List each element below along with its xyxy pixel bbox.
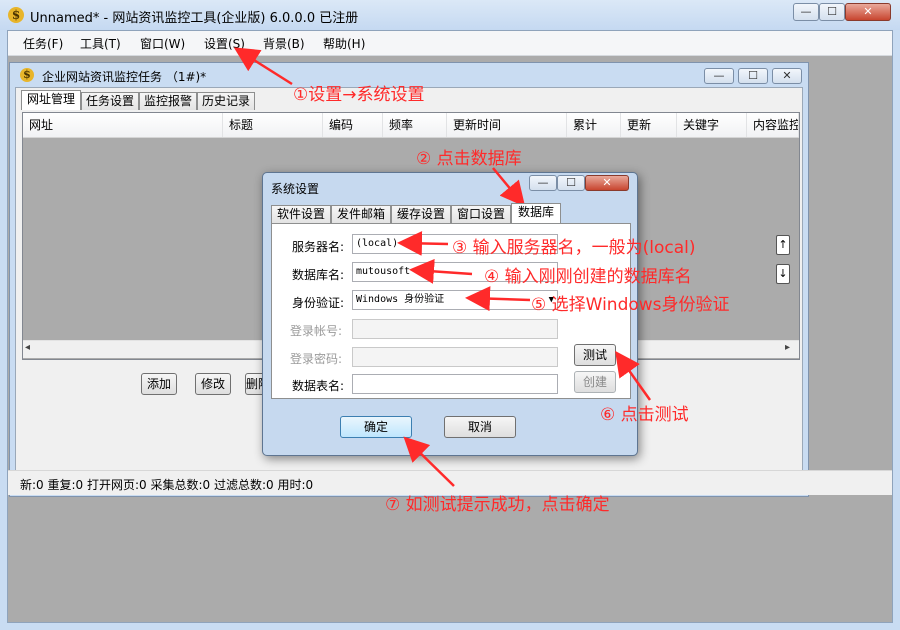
cancel-button[interactable]: 取消 (444, 416, 516, 438)
table-name-input[interactable] (352, 374, 558, 394)
dialog-tab-cache[interactable]: 缓存设置 (391, 205, 451, 223)
column-title[interactable]: 标题 (223, 113, 323, 137)
column-frequency[interactable]: 频率 (383, 113, 447, 137)
menu-settings[interactable]: 设置(S) (204, 35, 245, 52)
task-close-button[interactable]: ✕ (772, 68, 802, 84)
test-button[interactable]: 测试 (574, 344, 616, 366)
column-keyword[interactable]: 关键字 (677, 113, 747, 137)
move-down-icon[interactable]: ↓ (776, 264, 790, 284)
main-title-bar[interactable]: $ Unnamed* - 网站资讯监控工具(企业版) 6.0.0.0 已注册 —… (0, 0, 900, 30)
dialog-tab-software[interactable]: 软件设置 (271, 205, 331, 223)
scroll-right-icon[interactable]: ▸ (785, 342, 790, 353)
dialog-tab-mail[interactable]: 发件邮箱 (331, 205, 391, 223)
edit-button[interactable]: 修改 (195, 373, 231, 395)
annotation-1: ①设置→系统设置 (293, 85, 425, 105)
auth-select[interactable]: Windows 身份验证 ▼ (352, 290, 558, 310)
tab-task-settings[interactable]: 任务设置 (81, 92, 139, 110)
column-updated[interactable]: 更新 (621, 113, 677, 137)
column-encoding[interactable]: 编码 (323, 113, 383, 137)
login-account-input (352, 319, 558, 339)
dialog-close-button[interactable]: ✕ (585, 175, 629, 191)
tab-history[interactable]: 历史记录 (197, 92, 255, 110)
task-minimize-button[interactable]: — (704, 68, 734, 84)
dialog-tab-window[interactable]: 窗口设置 (451, 205, 511, 223)
annotation-3: ③ 输入服务器名，一般为(local) (452, 238, 696, 258)
task-window-title: 企业网站资讯监控任务 （1#)* (42, 70, 207, 84)
annotation-7: ⑦ 如测试提示成功，点击确定 (385, 495, 610, 515)
minimize-button[interactable]: — (793, 3, 819, 21)
add-button[interactable]: 添加 (141, 373, 177, 395)
dialog-maximize-button[interactable]: ☐ (557, 175, 585, 191)
menu-help[interactable]: 帮助(H) (323, 35, 365, 52)
auth-select-value: Windows 身份验证 (356, 294, 445, 305)
column-total[interactable]: 累计 (567, 113, 621, 137)
menu-tools[interactable]: 工具(T) (80, 35, 121, 52)
main-window: $ Unnamed* - 网站资讯监控工具(企业版) 6.0.0.0 已注册 —… (0, 0, 900, 630)
dialog-minimize-button[interactable]: — (529, 175, 557, 191)
menu-bar: 任务(F) 工具(T) 窗口(W) 设置(S) 背景(B) 帮助(H) (8, 31, 892, 56)
auth-label: 身份验证: (292, 296, 345, 310)
menu-task[interactable]: 任务(F) (23, 35, 63, 52)
annotation-4: ④ 输入刚刚创建的数据库名 (484, 267, 692, 287)
move-up-icon[interactable]: ↑ (776, 235, 790, 255)
dialog-title: 系统设置 (271, 182, 320, 196)
menu-background[interactable]: 背景(B) (263, 35, 305, 52)
status-text: 新:0 重复:0 打开网页:0 采集总数:0 过滤总数:0 用时:0 (20, 478, 314, 492)
tab-url-management[interactable]: 网址管理 (21, 90, 81, 110)
window-title: Unnamed* - 网站资讯监控工具(企业版) 6.0.0.0 已注册 (30, 11, 359, 26)
column-content-monitor[interactable]: 内容监控 (747, 113, 799, 137)
app-logo-icon: $ (8, 7, 24, 23)
close-button[interactable]: ✕ (845, 3, 891, 21)
server-name-label: 服务器名: (292, 240, 345, 254)
tab-monitor-alarm[interactable]: 监控报警 (139, 92, 197, 110)
dialog-tab-database[interactable]: 数据库 (511, 203, 561, 223)
login-password-input (352, 347, 558, 367)
database-name-label: 数据库名: (292, 268, 345, 282)
annotation-2: ② 点击数据库 (416, 149, 522, 169)
maximize-button[interactable]: ☐ (819, 3, 845, 21)
annotation-5: ⑤ 选择Windows身份验证 (531, 295, 730, 315)
annotation-6: ⑥ 点击测试 (600, 405, 689, 425)
column-update-time[interactable]: 更新时间 (447, 113, 567, 137)
scroll-left-icon[interactable]: ◂ (25, 342, 30, 353)
ok-button[interactable]: 确定 (340, 416, 412, 438)
login-password-label: 登录密码: (290, 352, 343, 366)
menu-window[interactable]: 窗口(W) (140, 35, 185, 52)
column-url[interactable]: 网址 (23, 113, 223, 137)
task-window-icon: $ (20, 68, 34, 82)
login-account-label: 登录帐号: (290, 324, 343, 338)
grid-header: 网址 标题 编码 频率 更新时间 累计 更新 关键字 内容监控 (23, 113, 799, 138)
task-maximize-button[interactable]: ☐ (738, 68, 768, 84)
create-button: 创建 (574, 371, 616, 393)
table-name-label: 数据表名: (292, 379, 345, 393)
